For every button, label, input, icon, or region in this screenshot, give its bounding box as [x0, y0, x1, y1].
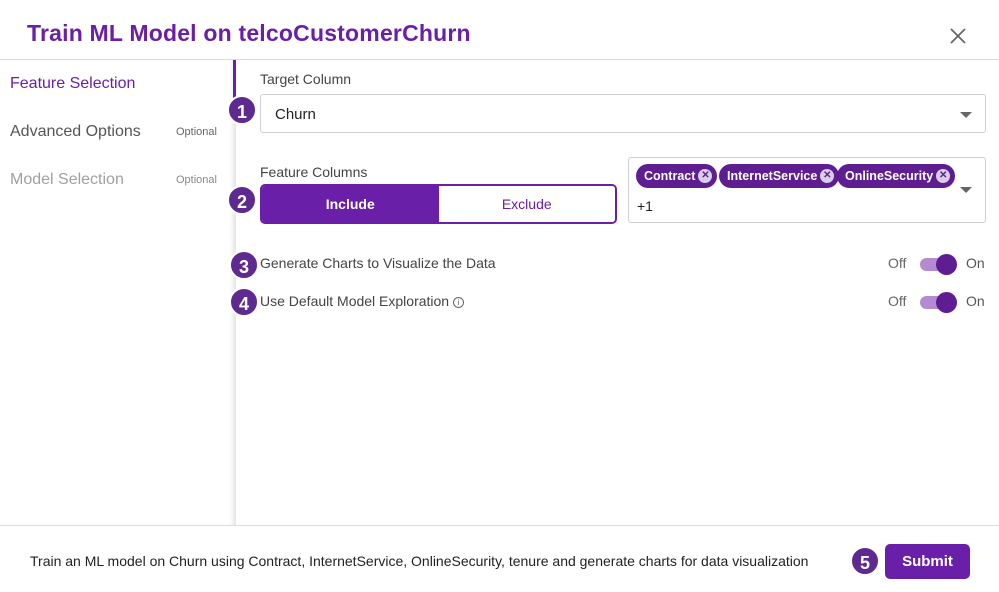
chip-onlinesecurity: OnlineSecurity ✕	[837, 164, 956, 188]
target-column-value: Churn	[275, 106, 316, 123]
switch-knob[interactable]	[936, 292, 957, 313]
toggle-off-label: Off	[888, 255, 907, 271]
switch-knob[interactable]	[936, 254, 957, 275]
close-button[interactable]	[946, 24, 970, 48]
feature-columns-label: Feature Columns	[260, 164, 368, 180]
step-badge-1: 1	[227, 95, 257, 125]
step-badge-5: 5	[850, 546, 880, 576]
remove-chip-icon[interactable]: ✕	[698, 169, 713, 183]
toggle-label-text: Use Default Model Exploration	[260, 293, 450, 309]
toggle-on-label: On	[966, 255, 985, 271]
target-column-select[interactable]: Churn	[260, 94, 986, 133]
summary-text: Train an ML model on Churn using Contrac…	[30, 553, 809, 569]
optional-tag: Optional	[176, 126, 217, 138]
step-badge-2: 2	[227, 185, 257, 215]
toggle-label: Generate Charts to Visualize the Data	[260, 255, 496, 271]
include-exclude-toggle[interactable]: Include Exclude	[260, 184, 617, 224]
chevron-down-icon[interactable]	[960, 187, 972, 193]
feature-columns-multiselect[interactable]: Contract ✕ InternetService ✕ OnlineSecurit…	[628, 157, 986, 223]
chevron-down-icon[interactable]	[960, 112, 972, 118]
remove-chip-icon[interactable]: ✕	[936, 169, 951, 183]
target-column-label: Target Column	[260, 71, 352, 87]
toggle-row-default-model-exploration: Use Default Model Exploration i Off On	[260, 290, 986, 314]
dialog-header: Train ML Model on telcoCustomerChurn	[0, 0, 999, 60]
toggle-off-label: Off	[888, 293, 907, 309]
more-chips-count[interactable]: +1	[637, 198, 653, 214]
chip-label: InternetService	[727, 169, 818, 183]
step-advanced-options[interactable]: Advanced Options	[10, 123, 141, 141]
chip-internetservice: InternetService ✕	[719, 164, 840, 188]
remove-chip-icon[interactable]: ✕	[820, 169, 835, 183]
chip-contract: Contract ✕	[636, 164, 718, 188]
step-model-selection: Model Selection	[10, 171, 124, 188]
toggle-row-generate-charts: Generate Charts to Visualize the Data Of…	[260, 252, 986, 276]
chip-label: Contract	[644, 169, 696, 183]
dialog-title: Train ML Model on telcoCustomerChurn	[27, 20, 471, 46]
submit-button[interactable]: Submit	[885, 544, 970, 579]
step-feature-selection[interactable]: Feature Selection	[10, 75, 135, 93]
exclude-button[interactable]: Exclude	[438, 186, 615, 222]
close-icon[interactable]	[946, 24, 970, 48]
step-badge-3: 3	[229, 250, 259, 280]
info-icon[interactable]: i	[453, 297, 464, 308]
toggle-label: Use Default Model Exploration i	[260, 293, 464, 309]
toggle-on-label: On	[966, 293, 985, 309]
dialog-footer: Train an ML model on Churn using Contrac…	[0, 525, 999, 592]
chip-label: OnlineSecurity	[845, 169, 934, 183]
optional-tag: Optional	[176, 174, 217, 186]
step-badge-4: 4	[229, 287, 259, 317]
include-button[interactable]: Include	[262, 186, 439, 222]
